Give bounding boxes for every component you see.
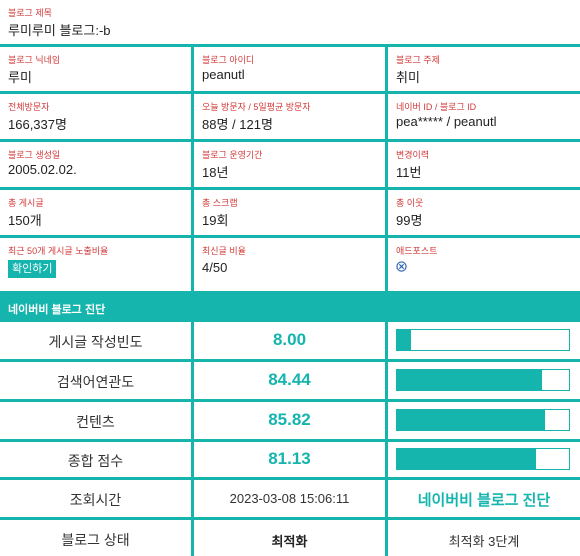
metric-label-cell: 컨텐츠 xyxy=(0,402,191,439)
x-circle-icon xyxy=(396,261,407,272)
operating-period-value: 18년 xyxy=(202,165,229,180)
total-scraps-value: 19회 xyxy=(202,213,229,228)
metric-bar-fill xyxy=(397,330,411,350)
nickname-cell: 블로그 닉네임 루미 xyxy=(0,47,191,91)
change-history-cell: 변경이력 11번 xyxy=(388,142,580,187)
metric-bar-frequency xyxy=(396,329,570,351)
daily-visitors-label: 오늘 방문자 / 5일평균 방문자 xyxy=(202,102,311,112)
blog-state-value: 최적화 xyxy=(271,534,308,549)
metric-label-cell: 종합 점수 xyxy=(0,442,191,477)
created-date-label: 블로그 생성일 xyxy=(8,150,61,160)
lookup-time-label: 조회시간 xyxy=(69,492,122,508)
total-visitors-cell: 전체방문자 166,337명 xyxy=(0,94,191,139)
blog-id-label: 블로그 아이디 xyxy=(202,55,255,65)
daily-visitors-value: 88명 / 121명 xyxy=(202,117,273,132)
diagnosis-header-title: 네이버비 블로그 진단 xyxy=(8,304,106,316)
metric-label-content: 컨텐츠 xyxy=(76,414,115,430)
blog-topic-value: 취미 xyxy=(396,70,420,85)
metric-bar-content xyxy=(396,409,570,431)
lookup-time-value: 2023-03-08 15:06:11 xyxy=(229,491,350,506)
lookup-label-cell: 조회시간 xyxy=(0,480,191,517)
diagnosis-header: 네이버비 블로그 진단 xyxy=(0,294,580,322)
blog-state-level: 최적화 3단계 xyxy=(448,534,520,549)
change-history-value: 11번 xyxy=(396,165,422,180)
exposure-ratio-label: 최근 50개 게시글 노출비율 xyxy=(8,246,109,256)
metric-label-keyword: 검색어연관도 xyxy=(56,374,135,390)
change-history-label: 변경이력 xyxy=(396,150,430,160)
total-neighbors-cell: 총 이웃 99명 xyxy=(388,190,580,235)
naver-id-cell: 네이버 ID / 블로그 ID pea***** / peanutl xyxy=(388,94,580,139)
metric-label-total: 종합 점수 xyxy=(67,453,124,469)
naver-id-value: pea***** / peanutl xyxy=(396,114,497,129)
metric-score-total: 81.13 xyxy=(268,449,311,468)
blog-topic-cell: 블로그 주제 취미 xyxy=(388,47,580,91)
blog-id-value: peanutl xyxy=(202,67,245,82)
total-visitors-value: 166,337명 xyxy=(8,117,67,132)
metric-label-cell: 검색어연관도 xyxy=(0,362,191,399)
created-date-value: 2005.02.02. xyxy=(8,162,77,177)
daily-visitors-cell: 오늘 방문자 / 5일평균 방문자 88명 / 121명 xyxy=(194,94,385,139)
state-label-cell: 블로그 상태 xyxy=(0,520,191,556)
operating-period-label: 블로그 운영기간 xyxy=(202,150,263,160)
blog-topic-label: 블로그 주제 xyxy=(396,55,440,65)
created-date-cell: 블로그 생성일 2005.02.02. xyxy=(0,142,191,187)
blog-state-label: 블로그 상태 xyxy=(61,532,130,548)
total-scraps-label: 총 스크랩 xyxy=(202,198,238,208)
adpost-label: 애드포스트 xyxy=(396,246,438,256)
diagnosis-link[interactable]: 네이버비 블로그 진단 xyxy=(388,489,580,510)
total-neighbors-label: 총 이웃 xyxy=(396,198,424,208)
blog-info-panel: 블로그 제목 루미루미 블로그:-b 블로그 닉네임 루미 블로그 아이디 pe… xyxy=(0,0,580,556)
metric-score-keyword: 84.44 xyxy=(268,370,311,389)
total-neighbors-value: 99명 xyxy=(396,213,423,228)
nickname-label: 블로그 닉네임 xyxy=(8,55,61,65)
check-exposure-button[interactable]: 확인하기 xyxy=(8,260,57,278)
metric-bar-total xyxy=(396,448,570,470)
metric-score-frequency: 8.00 xyxy=(272,330,307,349)
metric-label-cell: 게시글 작성빈도 xyxy=(0,322,191,359)
recent-ratio-cell: 최신글 비율 4/50 xyxy=(194,238,385,291)
adpost-cell: 애드포스트 xyxy=(388,238,580,291)
metric-bar-keyword xyxy=(396,369,570,391)
total-scraps-cell: 총 스크랩 19회 xyxy=(194,190,385,235)
total-visitors-label: 전체방문자 xyxy=(8,102,50,112)
total-posts-value: 150개 xyxy=(8,213,42,228)
metric-label-frequency: 게시글 작성빈도 xyxy=(48,334,143,350)
recent-ratio-label: 최신글 비율 xyxy=(202,246,246,256)
operating-period-cell: 블로그 운영기간 18년 xyxy=(194,142,385,187)
blog-id-cell: 블로그 아이디 peanutl xyxy=(194,47,385,91)
naver-id-label: 네이버 ID / 블로그 ID xyxy=(396,102,477,112)
metric-bar-fill xyxy=(397,370,543,390)
total-posts-cell: 총 게시글 150개 xyxy=(0,190,191,235)
metric-score-content: 85.82 xyxy=(268,410,311,429)
metric-bar-fill xyxy=(397,449,537,469)
metric-bar-fill xyxy=(397,410,545,430)
total-posts-label: 총 게시글 xyxy=(8,198,44,208)
nickname-value: 루미 xyxy=(8,70,32,85)
blog-title-label: 블로그 제목 xyxy=(8,8,52,18)
blog-title-cell: 블로그 제목 루미루미 블로그:-b xyxy=(0,0,580,44)
recent-ratio-value: 4/50 xyxy=(202,260,228,275)
exposure-ratio-cell: 최근 50개 게시글 노출비율 확인하기 xyxy=(0,238,191,291)
blog-title-value: 루미루미 블로그:-b xyxy=(8,23,111,38)
